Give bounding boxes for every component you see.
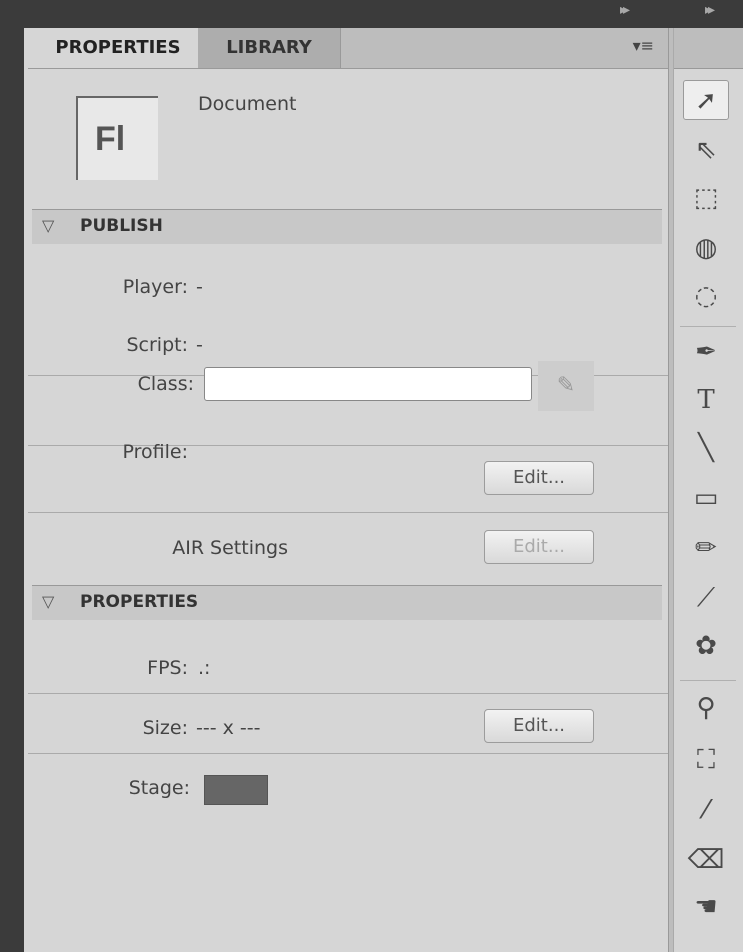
class-input[interactable] bbox=[204, 367, 532, 401]
air-settings-edit-button[interactable]: Edit... bbox=[484, 530, 594, 564]
collapse-panel-icon[interactable]: ▸▸ bbox=[620, 2, 630, 18]
panel-menu-icon[interactable]: ▾≡ bbox=[633, 36, 654, 55]
collapse-triangle-icon: ▽ bbox=[42, 216, 55, 235]
left-dock-strip bbox=[0, 0, 24, 952]
script-label: Script: bbox=[126, 334, 188, 356]
selection-tool-icon[interactable]: ➚ bbox=[683, 80, 729, 120]
fps-value[interactable]: .: bbox=[198, 657, 210, 679]
document-label: Document bbox=[198, 93, 297, 115]
hand-tool-icon[interactable]: ☚ bbox=[683, 890, 729, 924]
tools-panel: ➚ ⇖ ⬚ ◍ ◌ ✒ T ╲ ▭ ✏ ⟋ ✿ ⚲ ⛶ ⁄ ⌫ ☚ bbox=[673, 28, 743, 952]
stage-color-swatch[interactable] bbox=[204, 775, 268, 805]
3d-rotation-tool-icon[interactable]: ◍ bbox=[683, 228, 729, 268]
publish-section-header[interactable]: ▽ PUBLISH bbox=[32, 209, 662, 244]
pencil-tool-icon[interactable]: ✏ bbox=[683, 528, 729, 568]
text-tool-icon[interactable]: T bbox=[683, 380, 729, 420]
collapse-triangle-icon: ▽ bbox=[42, 592, 55, 611]
publish-header-label: PUBLISH bbox=[80, 216, 163, 236]
size-value: --- x --- bbox=[196, 717, 261, 739]
bone-tool-icon[interactable]: ⚲ bbox=[683, 688, 729, 728]
edit-class-pencil-icon[interactable]: ✎ bbox=[538, 361, 594, 411]
flash-document-icon: Fl bbox=[76, 96, 158, 180]
rectangle-tool-icon[interactable]: ▭ bbox=[683, 478, 729, 518]
profile-edit-button[interactable]: Edit... bbox=[484, 461, 594, 495]
subselection-tool-icon[interactable]: ⇖ bbox=[683, 130, 729, 170]
brush-tool-icon[interactable]: ⟋ bbox=[683, 578, 729, 618]
free-transform-tool-icon[interactable]: ⬚ bbox=[683, 178, 729, 218]
flash-logo-text: Fl bbox=[95, 120, 126, 158]
size-edit-button[interactable]: Edit... bbox=[484, 709, 594, 743]
pen-tool-icon[interactable]: ✒ bbox=[683, 332, 729, 372]
eyedropper-tool-icon[interactable]: ⁄ bbox=[683, 790, 729, 830]
player-value: - bbox=[196, 276, 203, 298]
line-tool-icon[interactable]: ╲ bbox=[683, 428, 729, 468]
properties-header-label: PROPERTIES bbox=[80, 592, 199, 612]
class-label: Class: bbox=[137, 373, 194, 395]
deco-tool-icon[interactable]: ✿ bbox=[683, 626, 729, 666]
panel-tab-bar: PROPERTIES LIBRARY ▾≡ bbox=[28, 28, 668, 69]
divider bbox=[680, 326, 736, 327]
profile-label: Profile: bbox=[122, 441, 188, 463]
divider bbox=[680, 680, 736, 681]
collapse-toolbar-icon[interactable]: ▸▸ bbox=[705, 2, 715, 18]
properties-section-header[interactable]: ▽ PROPERTIES bbox=[32, 585, 662, 620]
divider bbox=[28, 753, 668, 754]
eraser-tool-icon[interactable]: ⌫ bbox=[683, 840, 729, 880]
tab-library[interactable]: LIBRARY bbox=[198, 28, 341, 68]
stage-label: Stage: bbox=[128, 777, 190, 799]
divider bbox=[28, 512, 668, 513]
divider bbox=[28, 693, 668, 694]
script-value: - bbox=[196, 334, 203, 356]
size-label: Size: bbox=[142, 717, 188, 739]
tools-header bbox=[674, 28, 743, 69]
air-settings-label: AIR Settings bbox=[172, 537, 288, 559]
top-bar: ▸▸ ▸▸ bbox=[0, 0, 743, 28]
paint-bucket-tool-icon[interactable]: ⛶ bbox=[683, 740, 729, 780]
properties-panel: Fl Document ▽ PUBLISH Player: - Script: … bbox=[28, 69, 668, 952]
fps-label: FPS: bbox=[147, 657, 188, 679]
tab-properties[interactable]: PROPERTIES bbox=[28, 28, 209, 68]
lasso-tool-icon[interactable]: ◌ bbox=[683, 276, 729, 316]
player-label: Player: bbox=[122, 276, 188, 298]
